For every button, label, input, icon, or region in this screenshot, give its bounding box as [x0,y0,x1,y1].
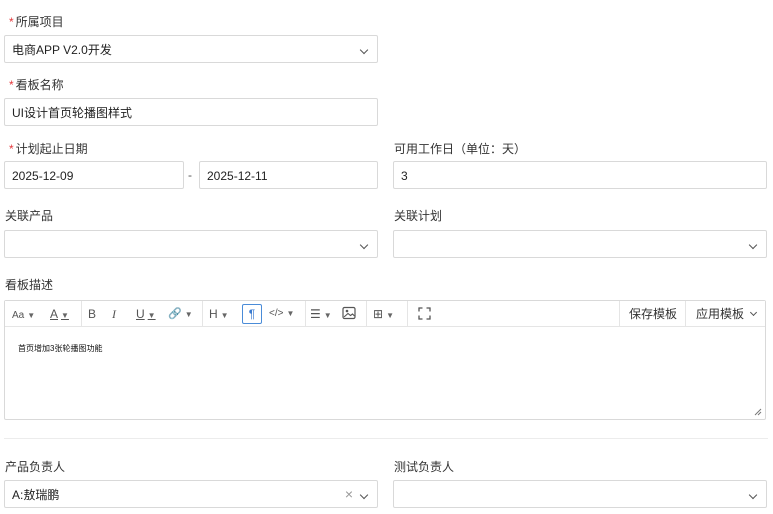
description-label: 看板描述 [5,278,54,292]
test-owner-label: 测试负责人 [394,460,455,474]
date-separator: - [188,168,192,182]
toolbar-divider [685,301,686,327]
chevron-down-icon: ▼ [286,309,295,318]
link-icon: 🔗 [168,308,182,320]
toolbar-divider [366,301,367,327]
workdays-label: 可用工作日（单位：天） [394,142,527,156]
chevron-down-icon [359,490,369,500]
plan-dates-label: * 计划起止日期 [9,142,88,156]
description-editor[interactable]: Aa ▼ A ▼ B I U ▼ 🔗 ▼ H ▼ ¶ </> ▼ ☰ ▼ ⊞ ▼ 保存模板 应用… [4,300,766,420]
paragraph-button[interactable]: ¶ [242,304,262,324]
board-name-input[interactable]: UI设计首页轮播图样式 [4,98,378,126]
toolbar-divider [202,301,203,327]
product-owner-label: 产品负责人 [5,460,66,474]
editor-toolbar: Aa ▼ A ▼ B I U ▼ 🔗 ▼ H ▼ ¶ </> ▼ ☰ ▼ ⊞ ▼ 保存模板 应用… [5,301,765,327]
code-icon: </> [269,308,284,319]
related-plan-label: 关联计划 [394,209,443,223]
workdays-value: 3 [401,169,408,183]
bold-button[interactable]: B [88,305,96,323]
save-template-button[interactable]: 保存模板 [629,301,677,327]
required-mark: * [9,142,14,156]
list-button[interactable]: ☰ ▼ [310,305,332,323]
project-select[interactable]: 电商APP V2.0开发 [4,35,378,63]
product-owner-select[interactable]: A:敖瑞鹏 × [4,480,378,508]
end-date-value: 2025-12-11 [207,169,268,183]
start-date-input[interactable]: 2025-12-09 [4,161,184,189]
chevron-down-icon [749,308,758,317]
paragraph-icon: ¶ [248,307,256,321]
chevron-down-icon [748,240,758,250]
italic-button[interactable]: I [112,305,116,323]
image-button[interactable] [342,305,356,323]
related-plan-select[interactable] [393,230,767,258]
toolbar-divider [407,301,408,327]
end-date-input[interactable]: 2025-12-11 [199,161,378,189]
required-mark: * [9,78,14,92]
list-icon: ☰ [310,307,321,321]
chevron-down-icon: ▼ [184,310,193,319]
description-content: 首页增加3张轮播图功能 [18,344,103,353]
chevron-down-icon: ▼ [386,311,394,320]
image-icon [342,306,356,320]
board-name-value: UI设计首页轮播图样式 [12,106,133,120]
link-button[interactable]: 🔗 ▼ [168,305,193,323]
workdays-input[interactable]: 3 [393,161,767,189]
chevron-down-icon: ▼ [220,311,229,320]
start-date-value: 2025-12-09 [12,169,74,183]
toolbar-divider [619,301,620,327]
chevron-down-icon: ▼ [27,311,36,320]
table-button[interactable]: ⊞ ▼ [373,305,394,323]
heading-button[interactable]: H ▼ [209,305,229,323]
toolbar-divider [305,301,306,327]
font-color-button[interactable]: A ▼ [50,305,69,323]
chevron-down-icon: ▼ [147,311,156,320]
product-owner-value: A:敖瑞鹏 [12,488,60,502]
table-icon: ⊞ [373,307,384,321]
code-button[interactable]: </> ▼ [269,305,294,323]
test-owner-select[interactable] [393,480,767,508]
required-mark: * [9,15,14,29]
toolbar-divider [81,301,82,327]
chevron-down-icon [359,240,369,250]
project-value: 电商APP V2.0开发 [12,43,112,57]
related-product-label: 关联产品 [5,209,54,223]
chevron-down-icon [748,490,758,500]
section-divider [4,438,768,439]
project-label: * 所属项目 [9,15,64,29]
apply-template-button[interactable]: 应用模板 [696,301,758,327]
related-product-select[interactable] [4,230,378,258]
fullscreen-button[interactable] [418,305,431,323]
underline-button[interactable]: U ▼ [136,305,156,323]
fullscreen-icon [418,307,431,320]
chevron-down-icon: ▼ [61,311,69,320]
resize-handle-icon[interactable] [754,408,762,416]
board-name-label: * 看板名称 [9,78,64,92]
clear-icon[interactable]: × [345,485,353,503]
chevron-down-icon: ▼ [323,311,332,320]
chevron-down-icon [359,45,369,55]
font-size-button[interactable]: Aa ▼ [12,305,35,323]
